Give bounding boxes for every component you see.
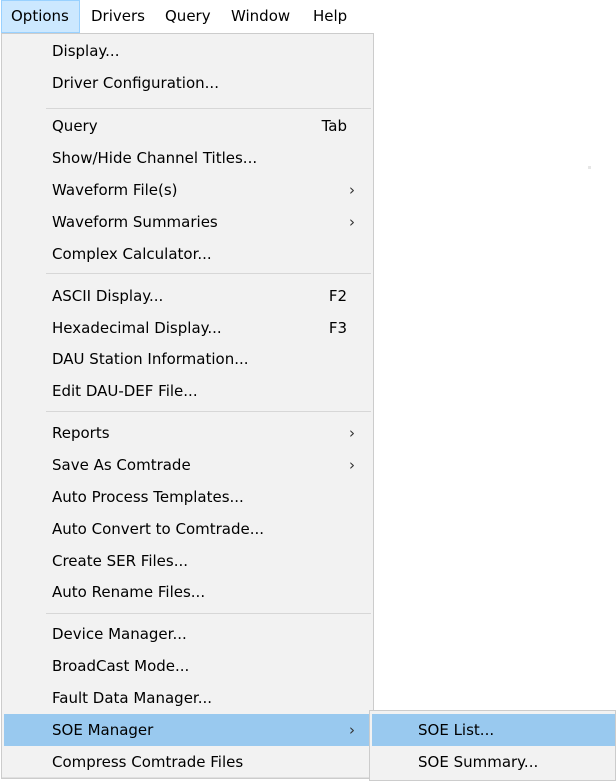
menu-item-reports[interactable]: Reports ›	[4, 417, 373, 449]
menu-item-label: DAU Station Information...	[52, 350, 249, 368]
soe-manager-submenu: SOE List... SOE Summary...	[369, 710, 616, 781]
menu-item-auto-rename-files[interactable]: Auto Rename Files...	[4, 576, 373, 608]
menu-item-driver-configuration[interactable]: Driver Configuration...	[4, 67, 373, 99]
menu-item-query[interactable]: Query Tab	[4, 110, 373, 142]
menu-item-label: BroadCast Mode...	[52, 657, 190, 675]
menu-item-auto-process-templates[interactable]: Auto Process Templates...	[4, 481, 373, 513]
menu-item-shortcut: F2	[328, 287, 347, 305]
menu-item-label: Auto Convert to Comtrade...	[52, 520, 265, 538]
menu-item-waveform-files[interactable]: Waveform File(s) ›	[4, 174, 373, 206]
menu-item-label: Save As Comtrade	[52, 456, 191, 474]
menu-drivers[interactable]: Drivers	[91, 0, 145, 33]
stray-pixel	[588, 166, 591, 169]
menu-separator	[46, 273, 371, 274]
menu-item-label: Driver Configuration...	[52, 74, 219, 92]
submenu-item-label: SOE Summary...	[418, 753, 539, 771]
menu-query[interactable]: Query	[165, 0, 211, 33]
chevron-right-icon: ›	[349, 181, 355, 199]
menu-item-label: Auto Rename Files...	[52, 583, 206, 601]
menu-window[interactable]: Window	[231, 0, 290, 33]
menu-item-label: Display...	[52, 42, 120, 60]
chevron-right-icon: ›	[349, 213, 355, 231]
menu-item-complex-calculator[interactable]: Complex Calculator...	[4, 238, 373, 270]
menu-help[interactable]: Help	[313, 0, 347, 33]
menu-separator	[46, 411, 371, 412]
menu-separator	[46, 613, 371, 614]
chevron-right-icon: ›	[349, 721, 355, 739]
menu-item-label: Fault Data Manager...	[52, 689, 213, 707]
menu-item-label: Reports	[52, 424, 110, 442]
menu-item-label: Waveform File(s)	[52, 181, 178, 199]
menu-item-label: Compress Comtrade Files	[52, 753, 244, 771]
submenu-item-soe-summary[interactable]: SOE Summary...	[372, 746, 615, 778]
submenu-item-label: SOE List...	[418, 721, 495, 739]
menu-item-broadcast-mode[interactable]: BroadCast Mode...	[4, 650, 373, 682]
menu-item-auto-convert-to-comtrade[interactable]: Auto Convert to Comtrade...	[4, 513, 373, 545]
menu-item-hexadecimal-display[interactable]: Hexadecimal Display... F3	[4, 312, 373, 344]
menu-options[interactable]: Options	[1, 0, 80, 33]
chevron-right-icon: ›	[349, 424, 355, 442]
chevron-right-icon: ›	[349, 456, 355, 474]
menu-item-label: Complex Calculator...	[52, 245, 212, 263]
menu-item-display[interactable]: Display...	[4, 35, 373, 67]
menu-item-label: Waveform Summaries	[52, 213, 218, 231]
menu-item-label: Auto Process Templates...	[52, 488, 244, 506]
submenu-item-soe-list[interactable]: SOE List...	[372, 714, 615, 746]
menu-item-shortcut: F3	[328, 319, 347, 337]
menu-item-label: Edit DAU-DEF File...	[52, 382, 198, 400]
menu-item-create-ser-files[interactable]: Create SER Files...	[4, 545, 373, 577]
options-dropdown-menu: Display... Driver Configuration... Query…	[1, 33, 374, 779]
menu-bar: Options Drivers Query Window Help	[0, 0, 616, 34]
menu-separator	[46, 108, 371, 109]
menu-item-label: Show/Hide Channel Titles...	[52, 149, 258, 167]
menu-item-compress-comtrade-files[interactable]: Compress Comtrade Files	[4, 746, 373, 778]
menu-item-fault-data-manager[interactable]: Fault Data Manager...	[4, 682, 373, 714]
menu-item-shortcut: Tab	[321, 117, 347, 135]
menu-item-edit-dau-def-file[interactable]: Edit DAU-DEF File...	[4, 375, 373, 407]
menu-item-show-hide-channel-titles[interactable]: Show/Hide Channel Titles...	[4, 142, 373, 174]
menu-item-label: Create SER Files...	[52, 552, 189, 570]
menu-item-label: SOE Manager	[52, 721, 154, 739]
menu-item-dau-station-information[interactable]: DAU Station Information...	[4, 343, 373, 375]
menu-item-save-as-comtrade[interactable]: Save As Comtrade ›	[4, 449, 373, 481]
menu-item-ascii-display[interactable]: ASCII Display... F2	[4, 280, 373, 312]
menu-item-waveform-summaries[interactable]: Waveform Summaries ›	[4, 206, 373, 238]
menu-item-label: Device Manager...	[52, 625, 187, 643]
menu-bottom-edge	[2, 777, 373, 778]
menu-item-soe-manager[interactable]: SOE Manager ›	[4, 714, 373, 746]
menu-item-device-manager[interactable]: Device Manager...	[4, 618, 373, 650]
